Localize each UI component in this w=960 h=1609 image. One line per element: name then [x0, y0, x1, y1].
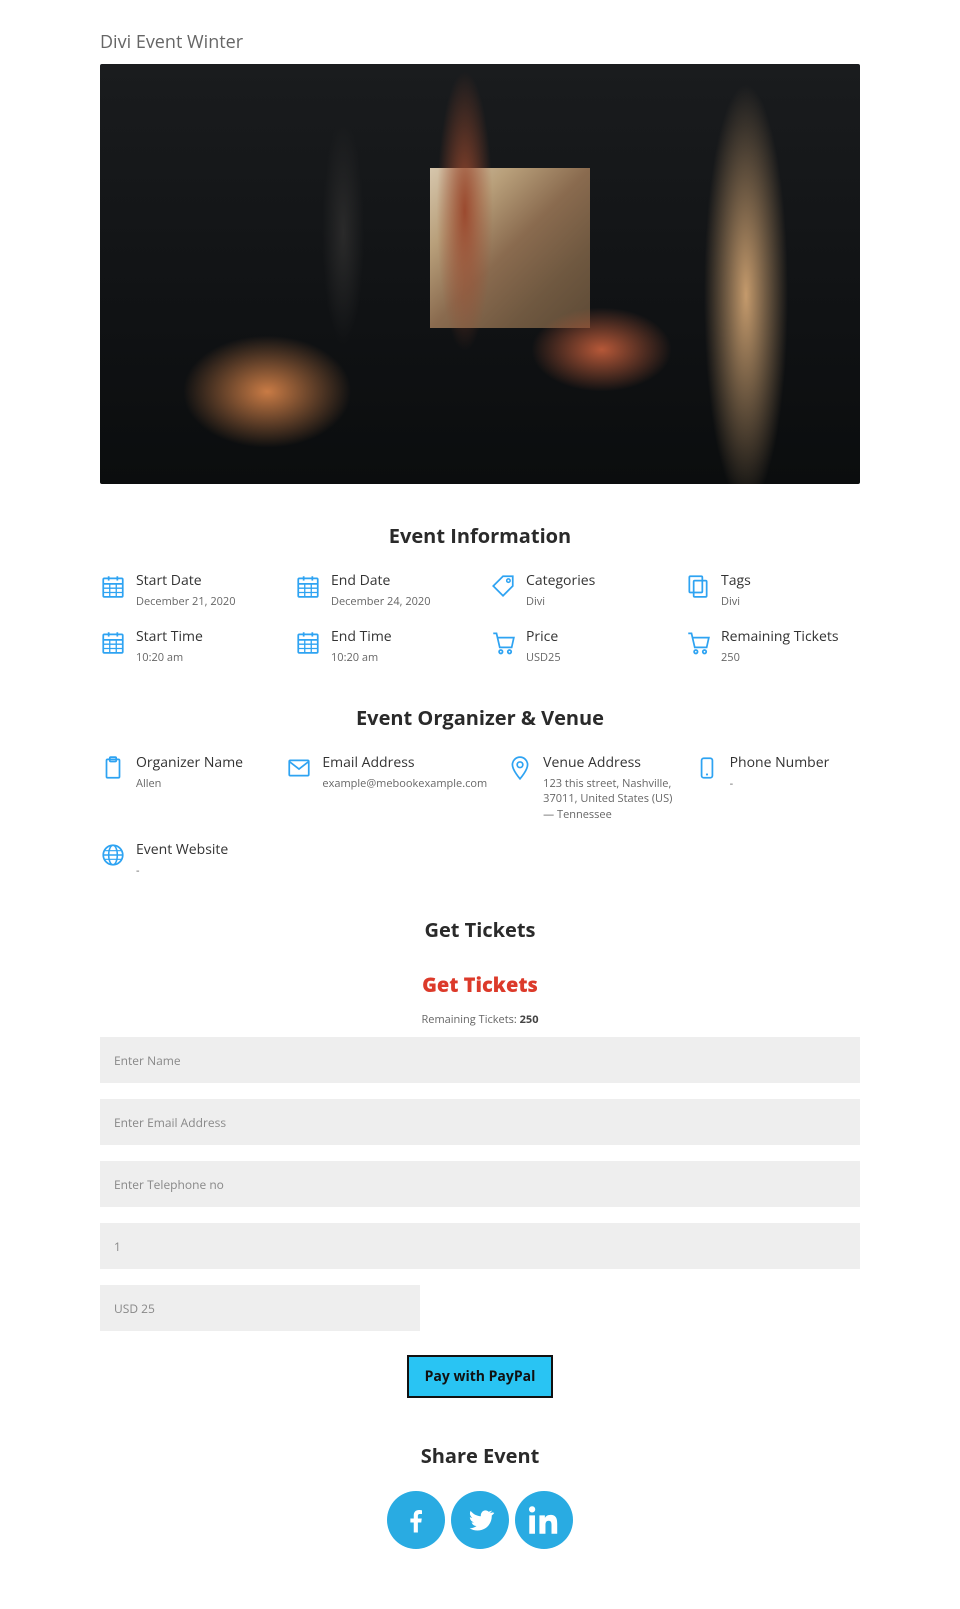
tickets-subtitle: Get Tickets — [100, 971, 860, 998]
phone-icon — [694, 755, 720, 781]
share-linkedin-button[interactable] — [515, 1491, 573, 1549]
org-email: Email Address example@mebookexample.com — [286, 753, 487, 822]
info-label: Categories — [526, 571, 595, 590]
info-categories: Categories Divi — [490, 571, 665, 609]
remaining-value: 250 — [520, 1012, 539, 1027]
org-phone: Phone Number - — [694, 753, 860, 822]
twitter-icon — [465, 1505, 495, 1535]
remaining-tickets-line: Remaining Tickets: 250 — [100, 1012, 860, 1027]
section-event-info: Event Information — [100, 522, 860, 549]
info-tags: Tags Divi — [685, 571, 860, 609]
info-label: Remaining Tickets — [721, 627, 839, 646]
org-name: Organizer Name Allen — [100, 753, 266, 822]
info-price: Price USD25 — [490, 627, 665, 665]
info-label: Phone Number — [730, 753, 830, 772]
price-field[interactable] — [100, 1285, 420, 1331]
info-remaining-tickets: Remaining Tickets 250 — [685, 627, 860, 665]
org-address: Venue Address 123 this street, Nashville… — [507, 753, 673, 822]
page-title: Divi Event Winter — [100, 30, 860, 54]
globe-icon — [100, 842, 126, 868]
mail-icon — [286, 755, 312, 781]
info-value: Allen — [136, 776, 243, 791]
info-value: December 21, 2020 — [136, 594, 236, 609]
remaining-label: Remaining Tickets: — [422, 1012, 520, 1027]
org-website: Event Website - — [100, 840, 266, 878]
cart-icon — [685, 629, 711, 655]
email-field[interactable] — [100, 1099, 860, 1145]
telephone-field[interactable] — [100, 1161, 860, 1207]
hero-image — [100, 64, 860, 484]
info-value: 123 this street, Nashville, 37011, Unite… — [543, 776, 673, 822]
share-twitter-button[interactable] — [451, 1491, 509, 1549]
section-share-event: Share Event — [100, 1442, 860, 1469]
info-value: Divi — [526, 594, 595, 609]
pay-with-paypal-button[interactable]: Pay with PayPal — [407, 1355, 554, 1398]
tag-icon — [490, 573, 516, 599]
info-value: December 24, 2020 — [331, 594, 431, 609]
info-label: Email Address — [322, 753, 487, 772]
copy-icon — [685, 573, 711, 599]
info-value: USD25 — [526, 650, 561, 665]
calendar-icon — [295, 573, 321, 599]
info-start-date: Start Date December 21, 2020 — [100, 571, 275, 609]
quantity-field[interactable] — [100, 1223, 860, 1269]
section-get-tickets: Get Tickets — [100, 916, 860, 943]
calendar-icon — [100, 573, 126, 599]
info-value: Divi — [721, 594, 751, 609]
info-label: Organizer Name — [136, 753, 243, 772]
info-end-date: End Date December 24, 2020 — [295, 571, 470, 609]
info-value: 10:20 am — [331, 650, 392, 665]
info-label: Venue Address — [543, 753, 673, 772]
info-value: example@mebookexample.com — [322, 776, 487, 791]
info-value: 10:20 am — [136, 650, 203, 665]
section-organizer-venue: Event Organizer & Venue — [100, 704, 860, 731]
info-label: Start Time — [136, 627, 203, 646]
info-end-time: End Time 10:20 am — [295, 627, 470, 665]
info-label: End Time — [331, 627, 392, 646]
info-label: Tags — [721, 571, 751, 590]
info-value: - — [136, 863, 228, 878]
cart-icon — [490, 629, 516, 655]
info-value: - — [730, 776, 830, 791]
calendar-icon — [295, 629, 321, 655]
map-pin-icon — [507, 755, 533, 781]
facebook-icon — [401, 1505, 431, 1535]
info-label: Price — [526, 627, 561, 646]
clipboard-icon — [100, 755, 126, 781]
info-label: Event Website — [136, 840, 228, 859]
share-facebook-button[interactable] — [387, 1491, 445, 1549]
info-label: End Date — [331, 571, 431, 590]
calendar-icon — [100, 629, 126, 655]
info-label: Start Date — [136, 571, 236, 590]
info-value: 250 — [721, 650, 839, 665]
linkedin-icon — [529, 1505, 559, 1535]
info-start-time: Start Time 10:20 am — [100, 627, 275, 665]
name-field[interactable] — [100, 1037, 860, 1083]
